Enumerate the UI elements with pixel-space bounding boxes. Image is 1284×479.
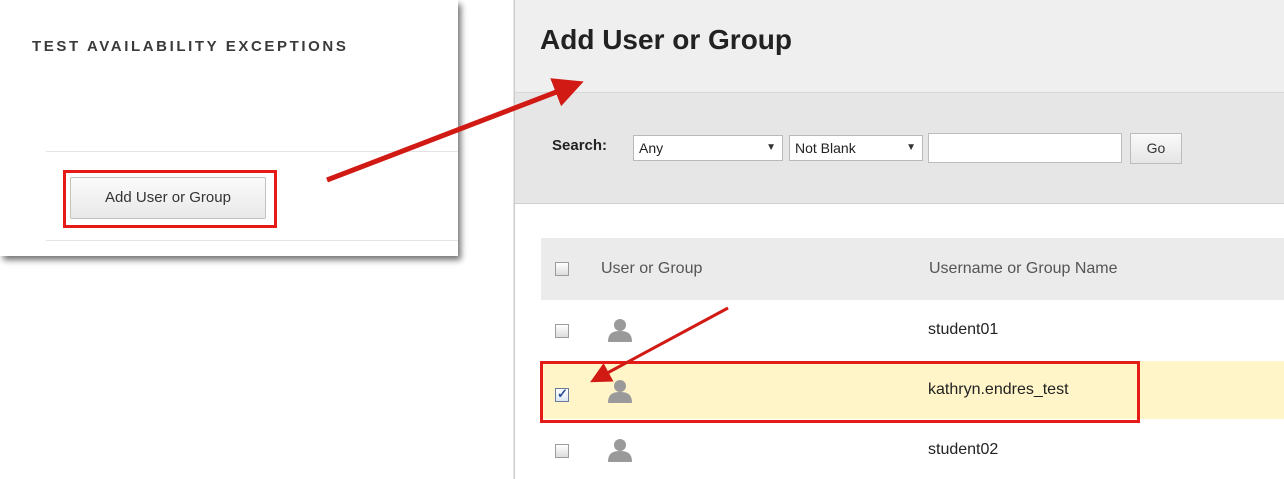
section-title: TEST AVAILABILITY EXCEPTIONS	[32, 38, 349, 55]
caret-down-icon: ▼	[766, 142, 776, 153]
username: student02	[928, 441, 999, 458]
row-checkbox[interactable]	[555, 324, 569, 338]
highlight-box	[540, 361, 1140, 423]
username: student01	[928, 321, 999, 338]
column-header-username[interactable]: Username or Group Name	[929, 260, 1118, 278]
go-button[interactable]: Go	[1130, 133, 1182, 164]
page-title: Add User or Group	[540, 24, 793, 55]
table-row[interactable]: student01	[541, 301, 1284, 359]
search-bar: Search: Any ▼ Not Blank ▼ Go	[515, 93, 1284, 204]
row-checkbox[interactable]	[555, 444, 569, 458]
search-label: Search:	[552, 137, 608, 154]
search-field-select[interactable]: Any ▼	[633, 135, 783, 161]
caret-down-icon: ▼	[906, 142, 916, 153]
search-operator-select[interactable]: Not Blank ▼	[789, 135, 923, 161]
select-value: Any	[639, 140, 664, 156]
column-header-user-or-group[interactable]: User or Group	[601, 260, 702, 278]
select-value: Not Blank	[795, 140, 856, 156]
page-header: Add User or Group	[515, 0, 1284, 93]
user-icon	[608, 439, 632, 462]
select-all-checkbox[interactable]	[555, 262, 569, 276]
table-row[interactable]: student02	[541, 421, 1284, 479]
highlight-box	[63, 170, 277, 228]
search-input[interactable]	[928, 133, 1122, 163]
test-availability-exceptions-panel: TEST AVAILABILITY EXCEPTIONS Add User or…	[0, 0, 458, 256]
table-header: User or Group Username or Group Name	[541, 238, 1284, 300]
user-icon	[608, 319, 632, 342]
divider	[46, 240, 458, 241]
divider	[46, 151, 458, 152]
add-user-or-group-panel: Add User or Group Search: Any ▼ Not Blan…	[515, 0, 1284, 479]
